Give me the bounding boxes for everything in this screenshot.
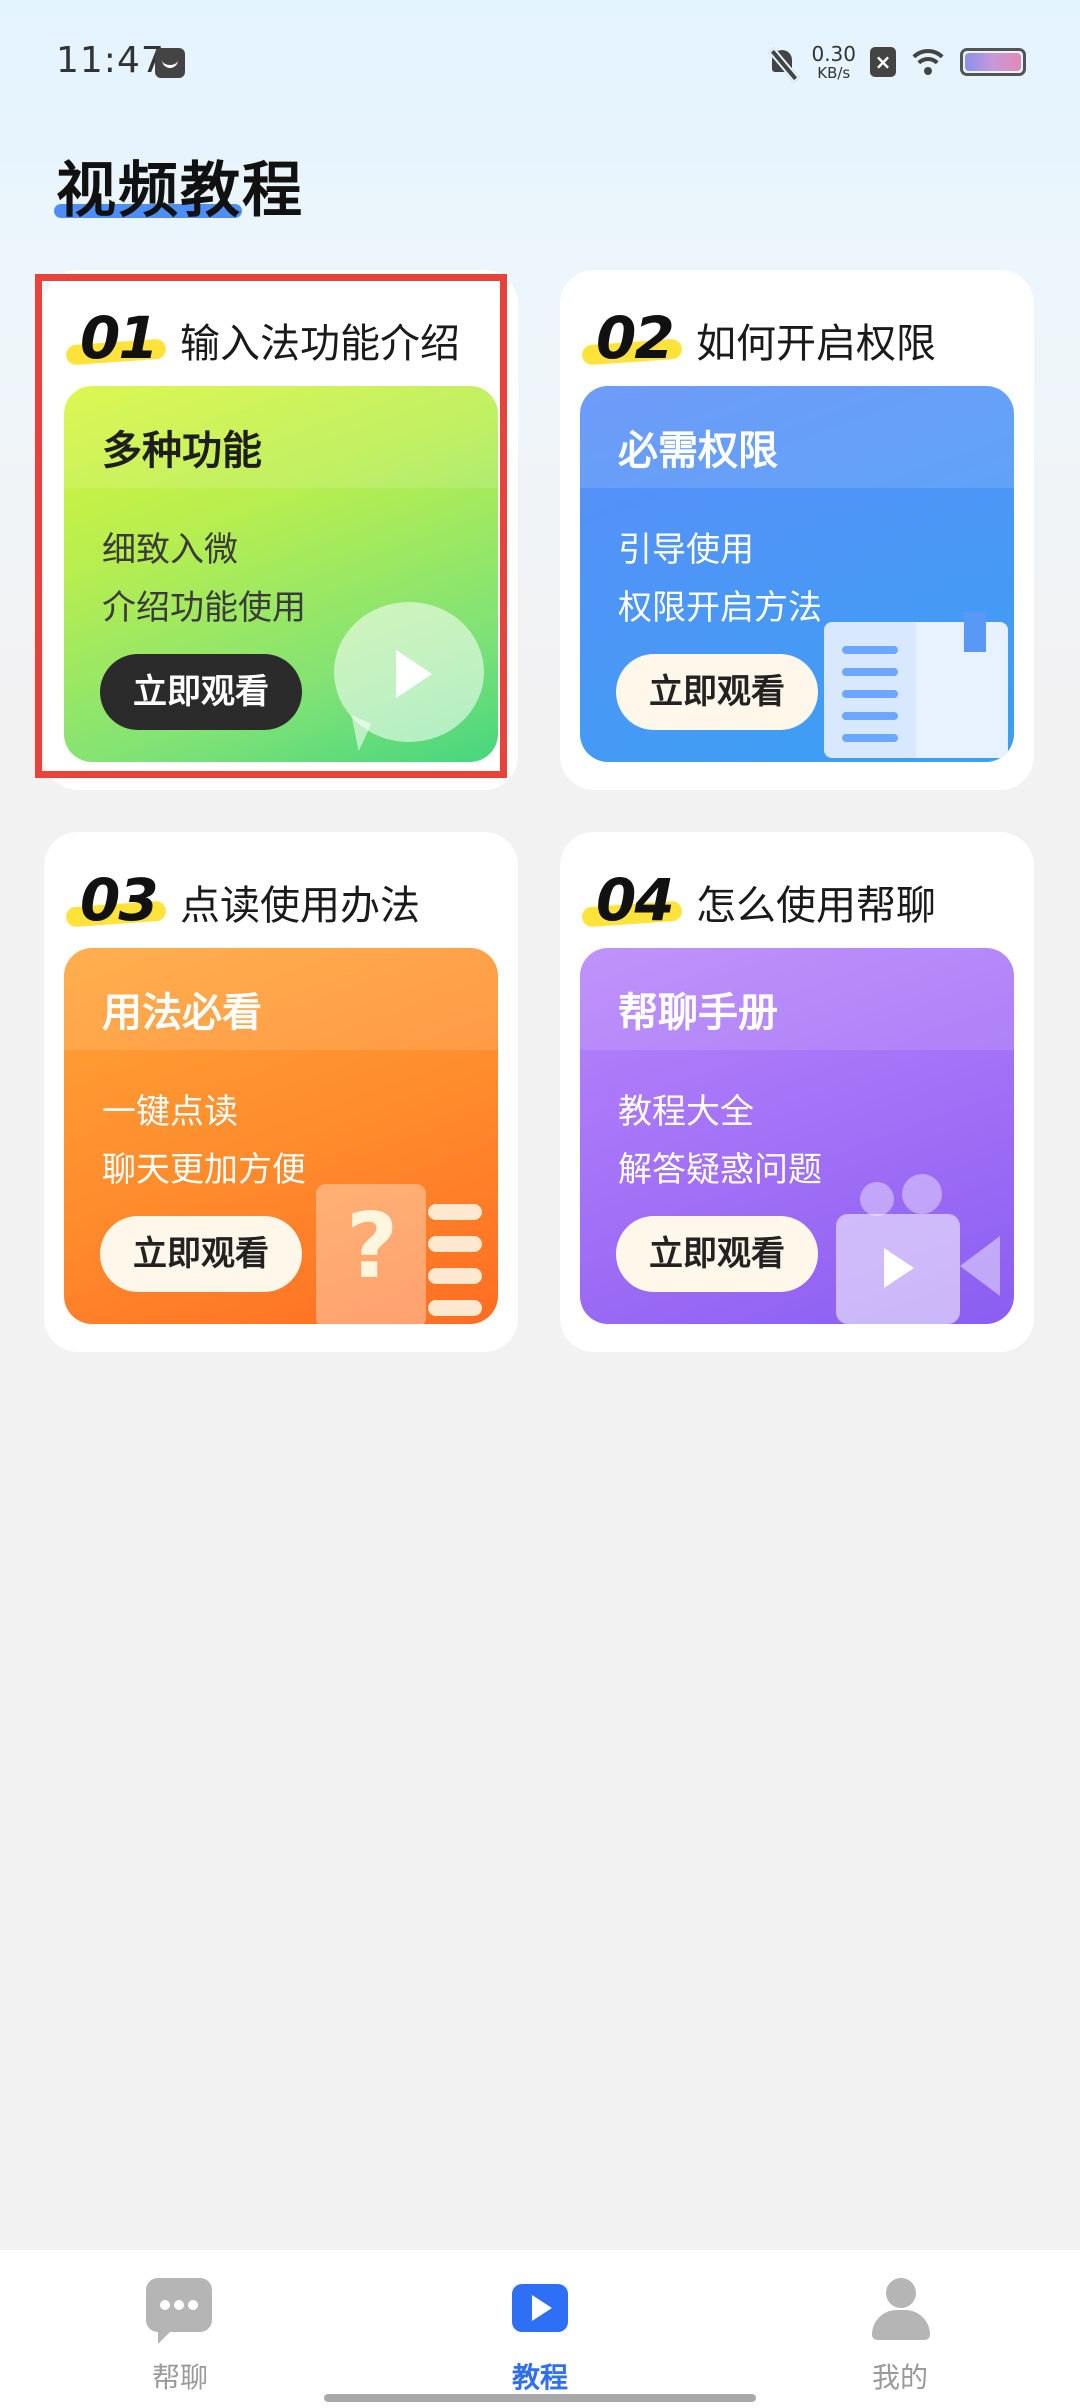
card-number: 01 <box>80 304 159 372</box>
watch-now-button[interactable]: 立即观看 <box>100 1216 302 1292</box>
watch-now-button[interactable]: 立即观看 <box>616 1216 818 1292</box>
banner-title: 用法必看 <box>102 990 262 1036</box>
notification-app-icon <box>155 48 185 78</box>
card-number: 02 <box>596 304 675 372</box>
card-title: 输入法功能介绍 <box>180 321 460 367</box>
card-number: 04 <box>596 866 675 934</box>
card-number-badge: 04 <box>581 866 688 934</box>
bell-off-icon <box>767 47 797 77</box>
battery-icon <box>960 48 1026 76</box>
tutorial-card-chat-helper[interactable]: 04 怎么使用帮聊 帮聊手册 教程大全 解答疑惑问题 立即观看 <box>560 832 1034 1352</box>
card-title: 点读使用办法 <box>180 883 420 929</box>
card-header: 03 点读使用办法 <box>65 866 420 934</box>
network-speed-value: 0.30 <box>811 41 856 66</box>
chat-bubble-icon <box>146 2278 212 2344</box>
tutorial-card-permissions[interactable]: 02 如何开启权限 必需权限 引导使用 权限开启方法 立即观看 <box>560 270 1034 790</box>
bottom-navigation: 帮聊 教程 我的 <box>0 2250 1080 2408</box>
network-speed-unit: KB/s <box>817 63 851 82</box>
card-number-badge: 01 <box>65 304 172 372</box>
card-title: 如何开启权限 <box>696 321 936 367</box>
nav-label: 我的 <box>871 2361 928 2394</box>
banner-desc-line2: 解答疑惑问题 <box>618 1150 822 1190</box>
user-icon <box>872 2278 930 2340</box>
nav-label: 教程 <box>511 2361 568 2394</box>
watch-now-button[interactable]: 立即观看 <box>616 654 818 730</box>
status-bar: 11:47 0.30 KB/s × <box>0 0 1080 120</box>
card-header: 04 怎么使用帮聊 <box>581 866 936 934</box>
banner-desc-line2: 聊天更加方便 <box>102 1150 306 1190</box>
video-camera-icon <box>836 1174 1006 1324</box>
card-number-badge: 03 <box>65 866 172 934</box>
no-sim-icon: × <box>870 47 896 77</box>
question-document-icon: ? <box>316 1174 492 1324</box>
chat-play-icon <box>334 602 484 752</box>
banner-desc-line1: 细致入微 <box>102 530 238 570</box>
card-banner[interactable]: 必需权限 引导使用 权限开启方法 立即观看 <box>580 386 1014 762</box>
nav-label: 帮聊 <box>151 2361 208 2394</box>
banner-title: 必需权限 <box>618 428 778 474</box>
banner-title: 多种功能 <box>102 428 262 474</box>
banner-title: 帮聊手册 <box>618 990 778 1036</box>
watch-now-button[interactable]: 立即观看 <box>100 654 302 730</box>
wifi-icon <box>910 47 946 77</box>
banner-desc-line1: 引导使用 <box>618 530 754 570</box>
status-icons: 0.30 KB/s × <box>767 42 1026 82</box>
card-banner[interactable]: 用法必看 一键点读 聊天更加方便 立即观看 ? <box>64 948 498 1324</box>
card-title: 怎么使用帮聊 <box>696 883 936 929</box>
play-icon <box>512 2284 568 2332</box>
card-number: 03 <box>80 866 159 934</box>
card-number-badge: 02 <box>581 304 688 372</box>
banner-desc-line2: 权限开启方法 <box>618 588 822 628</box>
status-time: 11:47 <box>56 40 165 81</box>
card-header: 01 输入法功能介绍 <box>65 304 460 372</box>
book-icon <box>824 612 1010 762</box>
banner-desc-line2: 介绍功能使用 <box>102 588 306 628</box>
nav-item-tutorial[interactable]: 教程 <box>460 2278 620 2394</box>
banner-desc-line1: 一键点读 <box>102 1092 238 1132</box>
tutorial-card-read-aloud[interactable]: 03 点读使用办法 用法必看 一键点读 聊天更加方便 立即观看 ? <box>44 832 518 1352</box>
page-title: 视频教程 <box>56 156 304 226</box>
nav-item-chat[interactable]: 帮聊 <box>100 2278 260 2394</box>
tutorial-card-input-method[interactable]: 01 输入法功能介绍 多种功能 细致入微 介绍功能使用 立即观看 <box>44 270 518 790</box>
nav-item-profile[interactable]: 我的 <box>820 2278 980 2394</box>
card-header: 02 如何开启权限 <box>581 304 936 372</box>
banner-desc-line1: 教程大全 <box>618 1092 754 1132</box>
card-banner[interactable]: 帮聊手册 教程大全 解答疑惑问题 立即观看 <box>580 948 1014 1324</box>
network-speed: 0.30 KB/s <box>811 44 856 81</box>
home-indicator[interactable] <box>324 2394 756 2402</box>
card-banner[interactable]: 多种功能 细致入微 介绍功能使用 立即观看 <box>64 386 498 762</box>
